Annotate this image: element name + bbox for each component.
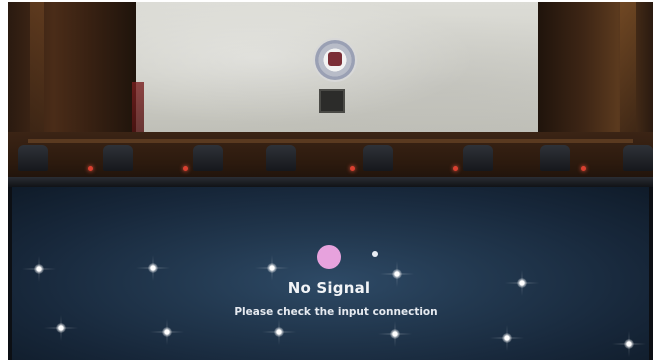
no-signal-title: No Signal: [287, 279, 371, 297]
seal-center: [328, 52, 342, 66]
chair: [18, 145, 48, 171]
seal-emblem: [315, 40, 355, 80]
chair: [266, 145, 296, 171]
wall-plaque: [319, 89, 345, 113]
light-reflection: [148, 263, 158, 273]
light-reflection: [34, 264, 44, 274]
monitor-screen: [12, 187, 649, 360]
chair: [623, 145, 653, 171]
microphone-light: [183, 166, 188, 171]
light-reflection: [624, 339, 634, 349]
light-reflection: [392, 269, 402, 279]
light-reflection: [267, 263, 277, 273]
monitor-bezel: [8, 177, 653, 187]
microphone-light: [581, 166, 586, 171]
right-wood-light: [620, 2, 636, 142]
light-reflection: [390, 329, 400, 339]
light-reflection: [502, 333, 512, 343]
microphone-light: [88, 166, 93, 171]
microphone-light: [453, 166, 458, 171]
chair: [193, 145, 223, 171]
left-wood-light: [30, 2, 44, 142]
chair: [540, 145, 570, 171]
microphone-light: [350, 166, 355, 171]
white-dot-icon: [372, 251, 378, 257]
pink-circle-icon: [317, 245, 341, 269]
light-reflection: [56, 323, 66, 333]
chair: [363, 145, 393, 171]
chair: [463, 145, 493, 171]
no-signal-message: Please check the input connection: [234, 306, 438, 318]
chair: [103, 145, 133, 171]
light-reflection: [274, 327, 284, 337]
light-reflection: [162, 327, 172, 337]
dais-rail: [28, 139, 633, 143]
